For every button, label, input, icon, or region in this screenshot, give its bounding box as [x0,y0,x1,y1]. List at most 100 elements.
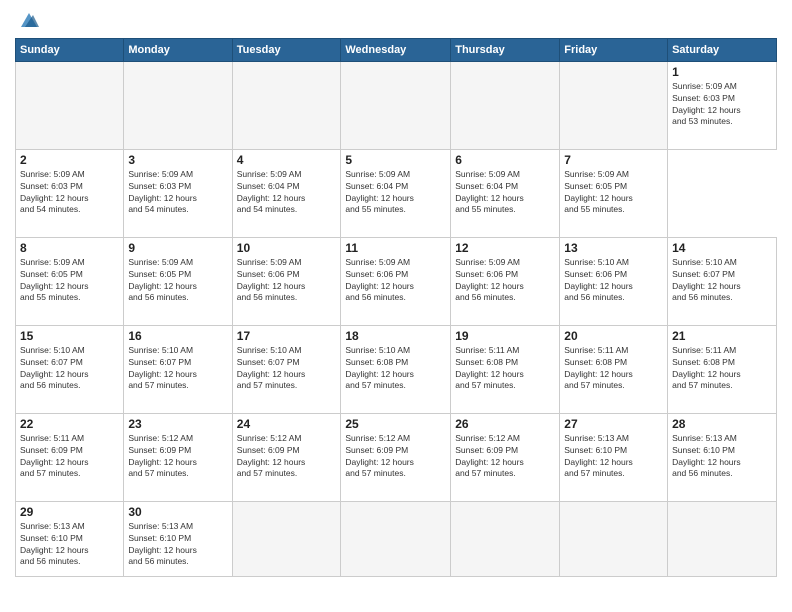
day-info: Sunrise: 5:13 AMSunset: 6:10 PMDaylight:… [128,521,227,569]
day-number: 26 [455,417,555,431]
day-info: Sunrise: 5:10 AMSunset: 6:06 PMDaylight:… [564,257,663,305]
day-number: 23 [128,417,227,431]
calendar-week-row: 29 Sunrise: 5:13 AMSunset: 6:10 PMDayligh… [16,501,777,576]
calendar-header-row: SundayMondayTuesdayWednesdayThursdayFrid… [16,38,777,61]
empty-day-cell [232,61,341,149]
day-info: Sunrise: 5:13 AMSunset: 6:10 PMDaylight:… [564,433,663,481]
day-info: Sunrise: 5:12 AMSunset: 6:09 PMDaylight:… [128,433,227,481]
day-number: 20 [564,329,663,343]
day-info: Sunrise: 5:12 AMSunset: 6:09 PMDaylight:… [455,433,555,481]
day-info: Sunrise: 5:09 AMSunset: 6:03 PMDaylight:… [128,169,227,217]
day-number: 29 [20,505,119,519]
day-number: 21 [672,329,772,343]
day-info: Sunrise: 5:09 AMSunset: 6:05 PMDaylight:… [20,257,119,305]
day-number: 9 [128,241,227,255]
day-info: Sunrise: 5:10 AMSunset: 6:07 PMDaylight:… [672,257,772,305]
day-info: Sunrise: 5:11 AMSunset: 6:09 PMDaylight:… [20,433,119,481]
day-number: 19 [455,329,555,343]
calendar-day-cell: 8 Sunrise: 5:09 AMSunset: 6:05 PMDaylight… [16,237,124,325]
day-info: Sunrise: 5:11 AMSunset: 6:08 PMDaylight:… [455,345,555,393]
calendar-day-cell: 10Sunrise: 5:09 AMSunset: 6:06 PMDayligh… [232,237,341,325]
day-info: Sunrise: 5:09 AMSunset: 6:04 PMDaylight:… [455,169,555,217]
day-number: 17 [237,329,337,343]
day-number: 30 [128,505,227,519]
calendar-day-cell: 2 Sunrise: 5:09 AMSunset: 6:03 PMDaylight… [16,149,124,237]
calendar-day-cell: 24Sunrise: 5:12 AMSunset: 6:09 PMDayligh… [232,413,341,501]
calendar-day-cell: 6Sunrise: 5:09 AMSunset: 6:04 PMDaylight… [451,149,560,237]
day-info: Sunrise: 5:12 AMSunset: 6:09 PMDaylight:… [345,433,446,481]
empty-day-cell [451,61,560,149]
day-of-week-monday: Monday [124,38,232,61]
day-info: Sunrise: 5:13 AMSunset: 6:10 PMDaylight:… [20,521,119,569]
calendar-week-row: 1Sunrise: 5:09 AMSunset: 6:03 PMDaylight… [16,61,777,149]
day-info: Sunrise: 5:09 AMSunset: 6:06 PMDaylight:… [345,257,446,305]
day-info: Sunrise: 5:12 AMSunset: 6:09 PMDaylight:… [237,433,337,481]
calendar-day-cell: 17Sunrise: 5:10 AMSunset: 6:07 PMDayligh… [232,325,341,413]
calendar-day-cell: 23 Sunrise: 5:12 AMSunset: 6:09 PMDayligh… [124,413,232,501]
day-info: Sunrise: 5:09 AMSunset: 6:06 PMDaylight:… [237,257,337,305]
day-number: 14 [672,241,772,255]
day-info: Sunrise: 5:10 AMSunset: 6:08 PMDaylight:… [345,345,446,393]
calendar-day-cell: 16Sunrise: 5:10 AMSunset: 6:07 PMDayligh… [124,325,232,413]
calendar-day-cell: 27 Sunrise: 5:13 AMSunset: 6:10 PMDayligh… [560,413,668,501]
calendar-table: SundayMondayTuesdayWednesdayThursdayFrid… [15,38,777,577]
calendar-day-cell: 20 Sunrise: 5:11 AMSunset: 6:08 PMDayligh… [560,325,668,413]
day-info: Sunrise: 5:09 AMSunset: 6:03 PMDaylight:… [20,169,119,217]
page-header [15,10,777,30]
calendar-day-cell: 18 Sunrise: 5:10 AMSunset: 6:08 PMDayligh… [341,325,451,413]
day-number: 18 [345,329,446,343]
day-info: Sunrise: 5:09 AMSunset: 6:04 PMDaylight:… [345,169,446,217]
calendar-day-cell: 5 Sunrise: 5:09 AMSunset: 6:04 PMDaylight… [341,149,451,237]
day-info: Sunrise: 5:09 AMSunset: 6:06 PMDaylight:… [455,257,555,305]
day-info: Sunrise: 5:09 AMSunset: 6:04 PMDaylight:… [237,169,337,217]
day-number: 22 [20,417,119,431]
day-of-week-friday: Friday [560,38,668,61]
day-of-week-tuesday: Tuesday [232,38,341,61]
day-of-week-saturday: Saturday [668,38,777,61]
day-number: 28 [672,417,772,431]
day-of-week-wednesday: Wednesday [341,38,451,61]
day-number: 7 [564,153,663,167]
day-number: 11 [345,241,446,255]
calendar-day-cell: 15Sunrise: 5:10 AMSunset: 6:07 PMDayligh… [16,325,124,413]
calendar-day-cell: 21 Sunrise: 5:11 AMSunset: 6:08 PMDayligh… [668,325,777,413]
calendar-day-cell: 7Sunrise: 5:09 AMSunset: 6:05 PMDaylight… [560,149,668,237]
calendar-day-cell [668,501,777,576]
calendar-day-cell: 25 Sunrise: 5:12 AMSunset: 6:09 PMDayligh… [341,413,451,501]
day-number: 16 [128,329,227,343]
logo-icon [17,11,39,29]
day-number: 12 [455,241,555,255]
day-info: Sunrise: 5:13 AMSunset: 6:10 PMDaylight:… [672,433,772,481]
day-number: 13 [564,241,663,255]
day-number: 2 [20,153,119,167]
empty-day-cell [124,61,232,149]
calendar-week-row: 8 Sunrise: 5:09 AMSunset: 6:05 PMDaylight… [16,237,777,325]
calendar-day-cell: 14 Sunrise: 5:10 AMSunset: 6:07 PMDayligh… [668,237,777,325]
calendar-week-row: 2 Sunrise: 5:09 AMSunset: 6:03 PMDaylight… [16,149,777,237]
day-number: 27 [564,417,663,431]
day-info: Sunrise: 5:11 AMSunset: 6:08 PMDaylight:… [672,345,772,393]
calendar-day-cell: 1Sunrise: 5:09 AMSunset: 6:03 PMDaylight… [668,61,777,149]
calendar-day-cell: 26 Sunrise: 5:12 AMSunset: 6:09 PMDayligh… [451,413,560,501]
day-number: 5 [345,153,446,167]
day-info: Sunrise: 5:10 AMSunset: 6:07 PMDaylight:… [20,345,119,393]
day-number: 3 [128,153,227,167]
calendar-day-cell: 22 Sunrise: 5:11 AMSunset: 6:09 PMDayligh… [16,413,124,501]
calendar-day-cell [232,501,341,576]
day-info: Sunrise: 5:09 AMSunset: 6:05 PMDaylight:… [128,257,227,305]
day-info: Sunrise: 5:11 AMSunset: 6:08 PMDaylight:… [564,345,663,393]
logo [15,10,21,30]
empty-day-cell [341,61,451,149]
empty-day-cell [560,61,668,149]
calendar-day-cell [341,501,451,576]
calendar-day-cell: 13 Sunrise: 5:10 AMSunset: 6:06 PMDayligh… [560,237,668,325]
day-number: 4 [237,153,337,167]
calendar-day-cell: 12 Sunrise: 5:09 AMSunset: 6:06 PMDayligh… [451,237,560,325]
empty-day-cell [16,61,124,149]
day-of-week-thursday: Thursday [451,38,560,61]
day-number: 8 [20,241,119,255]
calendar-day-cell [560,501,668,576]
calendar-day-cell: 11 Sunrise: 5:09 AMSunset: 6:06 PMDayligh… [341,237,451,325]
calendar-day-cell: 4 Sunrise: 5:09 AMSunset: 6:04 PMDaylight… [232,149,341,237]
day-number: 25 [345,417,446,431]
